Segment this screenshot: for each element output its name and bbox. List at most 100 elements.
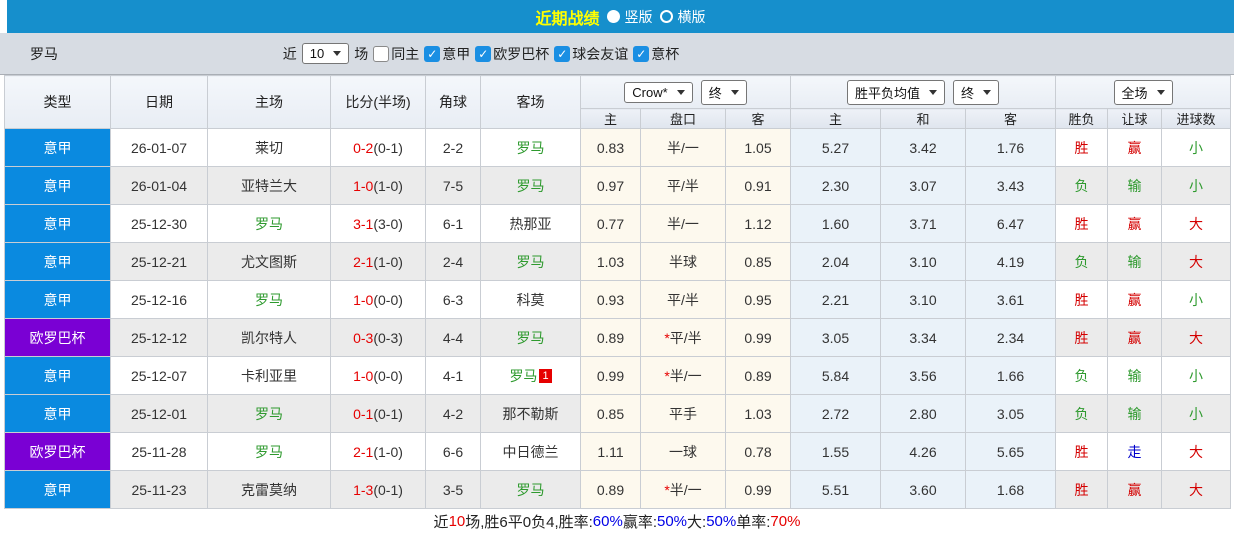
- summary-part: 近: [433, 513, 449, 531]
- cell-date: 25-12-07: [110, 356, 208, 395]
- col-header-date: 日期: [110, 75, 208, 129]
- avg-time-select[interactable]: 终: [953, 79, 1000, 105]
- cell-corners: 4-1: [425, 356, 481, 395]
- cell-result: 负: [1055, 242, 1109, 281]
- period-select[interactable]: 全场: [1113, 79, 1173, 105]
- cell-score: 2-1(1-0): [330, 432, 426, 471]
- cell-spread-result: 输: [1107, 356, 1163, 395]
- cell-away-team: 热那亚: [480, 204, 581, 243]
- result-group-header: 全场: [1055, 75, 1232, 109]
- table-row: 欧罗巴杯 25-11-28 罗马 2-1(1-0) 6-6 中日德兰 1.11 …: [4, 432, 1232, 471]
- col-header-home: 主场: [207, 75, 331, 129]
- cell-avg-away: 3.43: [964, 166, 1057, 205]
- cell-handicap: 平/半: [640, 166, 726, 205]
- radio-horizontal-layout[interactable]: 横版: [659, 7, 706, 27]
- home-team-name: 克雷莫纳: [241, 481, 297, 498]
- away-team-name: 中日德兰: [502, 443, 559, 460]
- cell-corners: 6-6: [425, 432, 481, 471]
- cell-league-type: 欧罗巴杯: [4, 432, 111, 471]
- cell-odds-away: 1.05: [725, 128, 791, 167]
- chevron-down-icon: [730, 89, 739, 95]
- cell-home-team: 莱切: [207, 128, 331, 167]
- odds-time-select-value: 终: [708, 85, 722, 101]
- cell-league-type: 欧罗巴杯: [4, 318, 111, 357]
- cell-corners: 2-2: [425, 128, 481, 167]
- radio-vertical-layout[interactable]: 竖版: [606, 7, 653, 27]
- cell-result: 胜: [1055, 280, 1109, 319]
- col-header-avg-draw: 和: [880, 108, 966, 129]
- away-team-name: 科莫: [516, 291, 545, 308]
- avg-select[interactable]: 胜平负均值: [847, 79, 946, 105]
- layout-radio-group: 竖版 横版: [606, 7, 706, 27]
- results-table-wrap: 类型 日期 主场 比分(半场) 角球 客场 Crow* 终 胜平负均值 终 全场…: [0, 75, 1234, 509]
- cell-spread-result: 输: [1107, 242, 1163, 281]
- checkbox-europa-league[interactable]: ✓ 欧罗巴杯: [475, 44, 549, 64]
- handicap-value: 平手: [669, 405, 697, 422]
- col-header-spread: 让球: [1107, 108, 1163, 129]
- cell-avg-home: 5.27: [790, 128, 881, 167]
- summary-part: 70%: [770, 512, 801, 530]
- summary-part: 场,胜6平0负4,: [465, 513, 559, 531]
- chevron-down-icon: [929, 89, 938, 95]
- handicap-value: 平/半: [667, 177, 699, 194]
- halftime-score: (1-0): [373, 443, 403, 460]
- cell-spread-result: 赢: [1107, 204, 1163, 243]
- table-row: 意甲 25-12-01 罗马 0-1(0-1) 4-2 那不勒斯 0.85 平手…: [4, 394, 1232, 433]
- cell-goals-result: 大: [1161, 318, 1232, 357]
- cell-result: 负: [1055, 166, 1109, 205]
- halftime-score: (0-0): [373, 367, 403, 384]
- bookmaker-select[interactable]: Crow*: [624, 81, 693, 103]
- recent-count-select[interactable]: 10: [301, 43, 350, 64]
- chevron-down-icon: [983, 89, 992, 95]
- cell-avg-draw: 3.60: [880, 470, 966, 509]
- filter-bar: 罗马 近 10 场 同主 ✓ 意甲 ✓ 欧罗巴杯 ✓ 球会友谊 ✓ 意杯: [0, 33, 1234, 75]
- cell-goals-result: 小: [1161, 128, 1232, 167]
- checkbox-same-home[interactable]: 同主: [373, 44, 419, 64]
- away-team-name: 罗马: [516, 177, 545, 194]
- cell-goals-result: 大: [1161, 242, 1232, 281]
- cell-avg-draw: 3.56: [880, 356, 966, 395]
- away-team-name: 罗马: [516, 481, 545, 498]
- handicap-value: 半/一: [667, 215, 699, 232]
- cell-spread-result: 赢: [1107, 470, 1163, 509]
- cell-score: 1-0(0-0): [330, 280, 426, 319]
- cell-odds-away: 1.03: [725, 394, 791, 433]
- period-select-value: 全场: [1121, 85, 1148, 101]
- cell-goals-result: 大: [1161, 204, 1232, 243]
- cell-home-team: 克雷莫纳: [207, 470, 331, 509]
- checkbox-coppa-italia[interactable]: ✓ 意杯: [633, 44, 679, 64]
- col-header-corners: 角球: [425, 75, 481, 129]
- cell-avg-draw: 3.34: [880, 318, 966, 357]
- summary-part: 10: [448, 512, 466, 530]
- cell-odds-away: 0.95: [725, 280, 791, 319]
- cell-date: 25-11-23: [110, 470, 208, 509]
- table-row: 意甲 25-11-23 克雷莫纳 1-3(0-1) 3-5 罗马 0.89 *半…: [4, 470, 1232, 509]
- checkbox-label: 意杯: [651, 45, 680, 62]
- checkbox-label: 球会友谊: [572, 45, 629, 62]
- cell-corners: 7-5: [425, 166, 481, 205]
- avg-select-value: 胜平负均值: [855, 85, 921, 101]
- cell-result: 负: [1055, 356, 1109, 395]
- radio-vertical-label: 竖版: [624, 8, 653, 25]
- away-team-name: 罗马: [516, 329, 545, 346]
- cell-avg-home: 2.04: [790, 242, 881, 281]
- checkbox-serie-a[interactable]: ✓ 意甲: [424, 44, 470, 64]
- cell-away-team: 罗马 1: [480, 356, 581, 395]
- odds-time-select[interactable]: 终: [700, 79, 747, 105]
- radio-unselected-icon: [659, 10, 673, 23]
- cell-spread-result: 输: [1107, 394, 1163, 433]
- cell-date: 25-12-01: [110, 394, 208, 433]
- cell-goals-result: 小: [1161, 394, 1232, 433]
- cell-date: 26-01-07: [110, 128, 208, 167]
- handicap-value: 半/一: [667, 139, 699, 156]
- cell-handicap: 半/一: [640, 204, 726, 243]
- cell-odds-home: 0.93: [580, 280, 641, 319]
- col-header-avg-away: 客: [964, 108, 1057, 129]
- cell-handicap: *半/一: [640, 470, 726, 509]
- checkbox-club-friendly[interactable]: ✓ 球会友谊: [554, 44, 628, 64]
- summary-part: 50%: [706, 512, 737, 530]
- cell-score: 3-1(3-0): [330, 204, 426, 243]
- fulltime-score: 2-1: [353, 253, 374, 270]
- cell-avg-draw: 3.10: [880, 280, 966, 319]
- cell-corners: 2-4: [425, 242, 481, 281]
